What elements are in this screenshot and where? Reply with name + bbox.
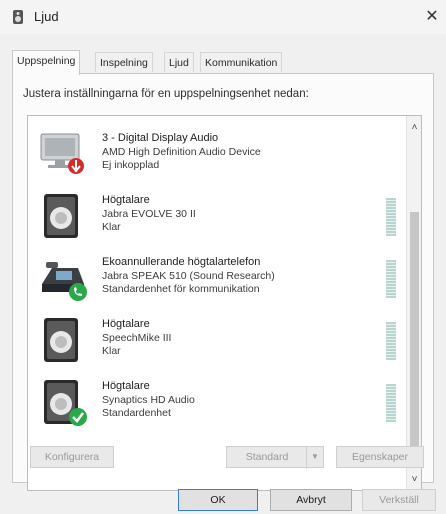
ok-button[interactable]: OK bbox=[178, 489, 258, 511]
device-status: Standardenhet för kommunikation bbox=[102, 283, 260, 295]
default-communication-badge bbox=[69, 283, 87, 301]
set-default-button[interactable]: Standard ▼ bbox=[226, 446, 324, 469]
scroll-up-arrow[interactable]: ˄ bbox=[407, 122, 421, 134]
device-description: Synaptics HD Audio bbox=[102, 394, 195, 406]
device-status: Klar bbox=[102, 345, 121, 357]
instruction-text: Justera inställningarna för en uppspelni… bbox=[23, 88, 309, 100]
tab-playback[interactable]: Uppspelning bbox=[12, 50, 81, 75]
level-meter bbox=[386, 260, 396, 298]
tab-communications[interactable]: Kommunikation bbox=[200, 52, 283, 72]
apply-button[interactable]: Verkställ bbox=[362, 489, 436, 511]
level-meter bbox=[386, 384, 396, 422]
device-name: Högtalare bbox=[102, 318, 150, 330]
device-item-synaptics[interactable]: Högtalare Synaptics HD Audio Standardenh… bbox=[28, 372, 396, 434]
device-description: AMD High Definition Audio Device bbox=[102, 146, 261, 158]
scroll-down-arrow[interactable]: ˅ bbox=[407, 474, 421, 486]
level-meter bbox=[386, 198, 396, 236]
device-name: Högtalare bbox=[102, 194, 150, 206]
speakerphone-icon bbox=[42, 262, 87, 301]
configure-button[interactable]: Konfigurera bbox=[30, 446, 114, 468]
device-description: Jabra SPEAK 510 (Sound Research) bbox=[102, 270, 275, 282]
speaker-icon bbox=[44, 318, 78, 362]
default-device-badge bbox=[69, 408, 87, 426]
tab-sounds[interactable]: Ljud bbox=[164, 52, 194, 72]
device-item-digital-display[interactable]: 3 - Digital Display Audio AMD High Defin… bbox=[28, 124, 388, 186]
device-item-jabra-speak[interactable]: Ekoannullerande högtalartelefon Jabra SP… bbox=[28, 248, 396, 310]
speaker-icon bbox=[44, 380, 87, 426]
device-description: SpeechMike III bbox=[102, 332, 172, 344]
title-bar: Ljud ✕ bbox=[0, 0, 446, 34]
monitor-icon bbox=[40, 133, 84, 174]
close-button[interactable]: ✕ bbox=[420, 6, 444, 28]
set-default-label: Standard bbox=[245, 451, 289, 463]
sound-icon bbox=[13, 10, 23, 24]
vertical-scrollbar[interactable]: ˄ ˅ bbox=[406, 116, 421, 490]
playback-panel: Justera inställningarna för en uppspelni… bbox=[12, 73, 434, 491]
device-item-speechmike[interactable]: Högtalare SpeechMike III Klar bbox=[28, 310, 396, 372]
device-name: Ekoannullerande högtalartelefon bbox=[102, 256, 261, 268]
device-item-jabra-evolve[interactable]: Högtalare Jabra EVOLVE 30 II Klar bbox=[28, 186, 396, 248]
properties-button[interactable]: Egenskaper bbox=[336, 446, 424, 468]
tab-recording[interactable]: Inspelning bbox=[95, 52, 153, 72]
device-list[interactable]: 3 - Digital Display Audio AMD High Defin… bbox=[27, 115, 422, 491]
level-meter bbox=[386, 322, 396, 360]
scroll-thumb[interactable] bbox=[410, 212, 419, 460]
speaker-icon bbox=[44, 194, 78, 238]
device-description: Jabra EVOLVE 30 II bbox=[102, 208, 196, 220]
device-name: 3 - Digital Display Audio bbox=[102, 132, 219, 144]
chevron-down-icon[interactable]: ▼ bbox=[306, 447, 323, 469]
device-name: Högtalare bbox=[102, 380, 150, 392]
window-title: Ljud bbox=[34, 9, 59, 24]
cancel-button[interactable]: Avbryt bbox=[270, 489, 352, 511]
device-status: Ej inkopplad bbox=[102, 159, 160, 171]
device-status: Klar bbox=[102, 221, 121, 233]
device-status: Standardenhet bbox=[102, 407, 171, 419]
